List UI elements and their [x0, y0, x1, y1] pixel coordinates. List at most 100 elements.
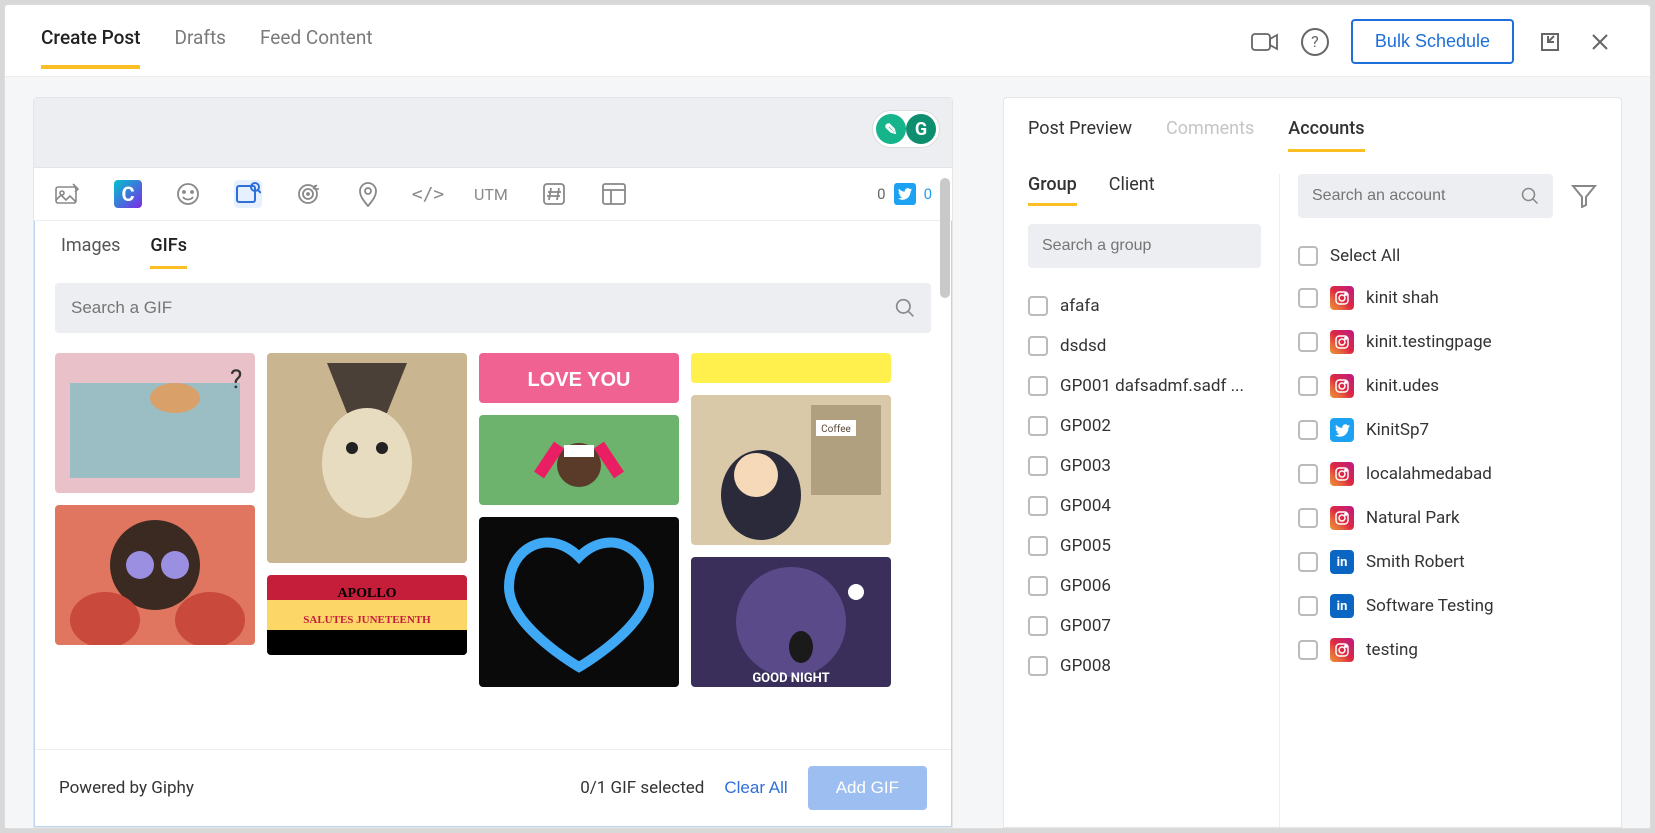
select-all-row[interactable]: Select All [1298, 236, 1597, 276]
group-item[interactable]: GP002 [1028, 406, 1261, 446]
checkbox[interactable] [1298, 376, 1318, 396]
checkbox[interactable] [1298, 640, 1318, 660]
svg-text:?: ? [230, 365, 242, 395]
account-item[interactable]: KinitSp7 [1298, 408, 1597, 452]
group-item[interactable]: GP005 [1028, 526, 1261, 566]
accounts-body: Group Client afafadsdsdGP001 dafsadmf.sa… [1028, 174, 1597, 827]
account-item[interactable]: inSoftware Testing [1298, 584, 1597, 628]
account-item[interactable]: inSmith Robert [1298, 540, 1597, 584]
checkbox[interactable] [1028, 496, 1048, 516]
powered-by-label: Powered by Giphy [59, 778, 560, 798]
group-item[interactable]: GP007 [1028, 606, 1261, 646]
checkbox[interactable] [1298, 332, 1318, 352]
group-item[interactable]: GP003 [1028, 446, 1261, 486]
clear-all-button[interactable]: Clear All [724, 778, 787, 798]
gif-thumbnail[interactable]: APOLLOSALUTES JUNETEENTH [267, 575, 467, 655]
checkbox[interactable] [1028, 336, 1048, 356]
group-item[interactable]: GP006 [1028, 566, 1261, 606]
utm-button[interactable]: UTM [474, 180, 508, 208]
subtab-group[interactable]: Group [1028, 174, 1077, 206]
compose-textarea[interactable]: ✎ G [34, 98, 952, 168]
gif-thumbnail[interactable]: GOOD NIGHT [691, 557, 891, 687]
close-icon[interactable] [1586, 28, 1614, 56]
checkbox[interactable] [1298, 420, 1318, 440]
group-label: GP008 [1060, 656, 1111, 676]
twitter-icon [1330, 418, 1354, 442]
video-icon[interactable] [1251, 28, 1279, 56]
checkbox[interactable] [1028, 416, 1048, 436]
checkbox[interactable] [1028, 536, 1048, 556]
checkbox[interactable] [1028, 456, 1048, 476]
gif-thumbnail[interactable] [55, 505, 255, 645]
checkbox[interactable] [1298, 288, 1318, 308]
group-item[interactable]: afafa [1028, 286, 1261, 326]
checkbox[interactable] [1028, 616, 1048, 636]
header: Create Post Drafts Feed Content ? Bulk S… [5, 5, 1650, 77]
help-icon[interactable]: ? [1301, 28, 1329, 56]
account-item[interactable]: localahmedabad [1298, 452, 1597, 496]
body: ✎ G C [5, 77, 1650, 828]
tab-accounts[interactable]: Accounts [1288, 118, 1364, 152]
media-tab-gifs[interactable]: GIFs [150, 235, 187, 269]
group-item[interactable]: dsdsd [1028, 326, 1261, 366]
scrollbar[interactable] [940, 178, 950, 817]
tab-feed-content[interactable]: Feed Content [260, 26, 373, 69]
filter-icon[interactable] [1571, 184, 1597, 208]
gif-thumbnail[interactable] [691, 353, 891, 383]
tab-post-preview[interactable]: Post Preview [1028, 118, 1132, 152]
gif-thumbnail[interactable] [479, 517, 679, 687]
instagram-icon [1330, 462, 1354, 486]
counter-right: 0 [924, 185, 932, 203]
checkbox[interactable] [1028, 656, 1048, 676]
account-item[interactable]: kinit shah [1298, 276, 1597, 320]
tab-create-post[interactable]: Create Post [41, 26, 140, 69]
account-label: Software Testing [1366, 596, 1494, 616]
account-item[interactable]: kinit.testingpage [1298, 320, 1597, 364]
emoji-icon[interactable] [174, 180, 202, 208]
group-list: afafadsdsdGP001 dafsadmf.sadf ...GP002GP… [1028, 286, 1261, 686]
account-item[interactable]: Natural Park [1298, 496, 1597, 540]
subtab-client[interactable]: Client [1109, 174, 1155, 206]
template-icon[interactable] [600, 180, 628, 208]
media-tab-images[interactable]: Images [61, 235, 120, 269]
code-icon[interactable]: </> [414, 180, 442, 208]
account-search-input[interactable] [1312, 187, 1521, 205]
group-label: GP004 [1060, 496, 1111, 516]
grammarly-icon[interactable]: G [906, 114, 936, 144]
group-item[interactable]: GP001 dafsadmf.sadf ... [1028, 366, 1261, 406]
media-upload-icon[interactable] [54, 180, 82, 208]
checkbox[interactable] [1298, 508, 1318, 528]
scrollbar-thumb[interactable] [940, 178, 950, 298]
target-icon[interactable] [294, 180, 322, 208]
group-item[interactable]: GP008 [1028, 646, 1261, 686]
account-item[interactable]: testing [1298, 628, 1597, 672]
account-label: localahmedabad [1366, 464, 1492, 484]
tone-badge-icon[interactable]: ✎ [876, 114, 906, 144]
svg-text:GOOD NIGHT: GOOD NIGHT [752, 671, 829, 686]
hashtag-icon[interactable] [540, 180, 568, 208]
gif-search-input[interactable] [71, 298, 895, 318]
gif-thumbnail[interactable]: ? [55, 353, 255, 493]
tab-drafts[interactable]: Drafts [174, 26, 226, 69]
gif-thumbnail[interactable] [267, 353, 467, 563]
location-icon[interactable] [354, 180, 382, 208]
select-all-label: Select All [1330, 246, 1400, 266]
gif-search-icon[interactable] [234, 180, 262, 208]
gif-thumbnail[interactable] [479, 415, 679, 505]
add-gif-button[interactable]: Add GIF [808, 766, 927, 810]
gif-thumbnail[interactable]: Coffee [691, 395, 891, 545]
checkbox[interactable] [1028, 576, 1048, 596]
gif-thumbnail[interactable]: LOVE YOU [479, 353, 679, 403]
checkbox[interactable] [1028, 296, 1048, 316]
checkbox[interactable] [1028, 376, 1048, 396]
group-item[interactable]: GP004 [1028, 486, 1261, 526]
checkbox[interactable] [1298, 596, 1318, 616]
group-search-input[interactable] [1042, 237, 1249, 255]
canva-icon[interactable]: C [114, 180, 142, 208]
checkbox[interactable] [1298, 552, 1318, 572]
bulk-schedule-button[interactable]: Bulk Schedule [1351, 19, 1514, 64]
checkbox[interactable] [1298, 464, 1318, 484]
checkbox[interactable] [1298, 246, 1318, 266]
account-item[interactable]: kinit.udes [1298, 364, 1597, 408]
popout-icon[interactable] [1536, 28, 1564, 56]
